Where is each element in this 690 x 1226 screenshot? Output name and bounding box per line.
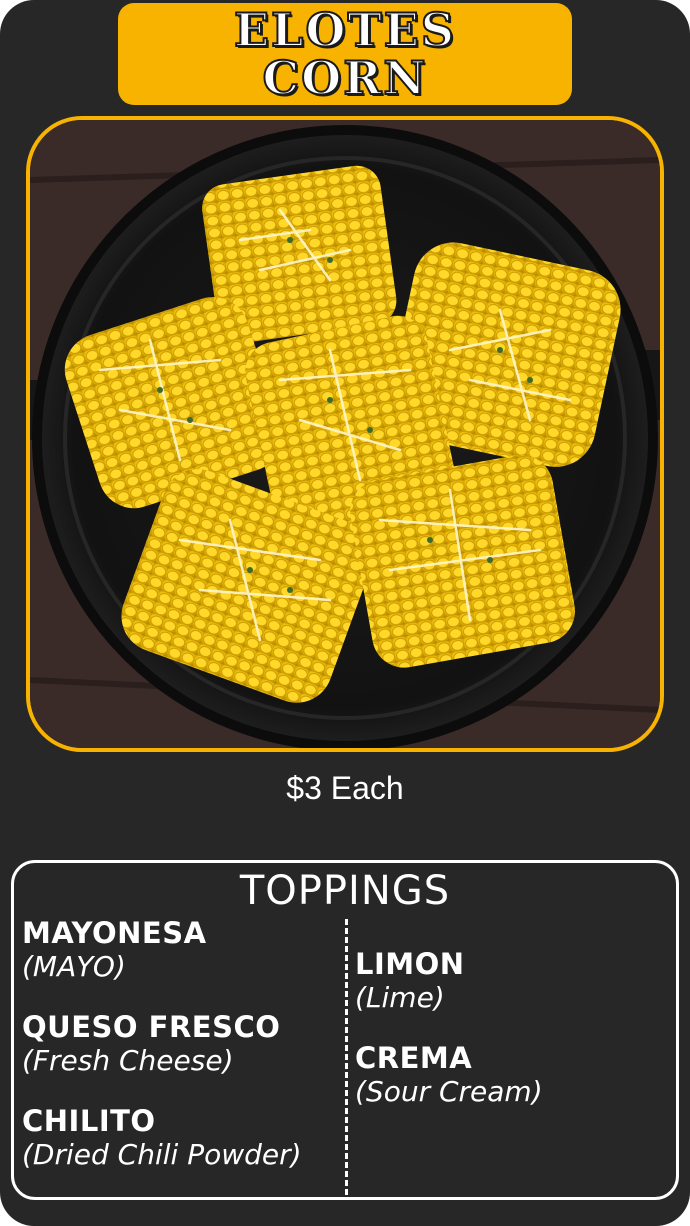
toppings-title: TOPPINGS [239,868,451,914]
topping-item: QUESO FRESCO (Fresh Cheese) [22,1010,340,1078]
topping-item: CHILITO (Dried Chili Powder) [22,1104,340,1172]
title-line-2: CORN [262,51,428,105]
toppings-panel: TOPPINGS MAYONESA (MAYO) QUESO FRESCO (F… [11,860,679,1200]
topping-item: MAYONESA (MAYO) [22,916,340,984]
topping-description: (Fresh Cheese) [22,1044,234,1077]
food-photo [26,116,664,752]
topping-description: (Lime) [355,981,445,1014]
title-line-1: ELOTES [233,3,456,57]
title-banner: ELOTES CORN [118,3,572,105]
topping-item: CREMA (Sour Cream) [355,1041,673,1109]
menu-card: ELOTES CORN $3 Each TOPPINGS MAYONESA (M… [0,0,690,1226]
price-label: $3 Each [286,770,404,806]
column-divider [345,919,348,1195]
topping-name: MAYONESA [22,916,207,950]
topping-item: LIMON (Lime) [355,947,673,1015]
toppings-right-column: LIMON (Lime) CREMA (Sour Cream) [355,947,673,1135]
topping-name: CHILITO [22,1104,156,1138]
topping-name: CREMA [355,1041,473,1075]
food-photo-illustration [30,120,660,748]
topping-description: (Dried Chili Powder) [22,1138,302,1171]
toppings-left-column: MAYONESA (MAYO) QUESO FRESCO (Fresh Chee… [22,916,340,1198]
topping-description: (MAYO) [22,950,126,983]
topping-name: QUESO FRESCO [22,1010,281,1044]
topping-description: (Sour Cream) [355,1075,543,1108]
topping-name: LIMON [355,947,465,981]
